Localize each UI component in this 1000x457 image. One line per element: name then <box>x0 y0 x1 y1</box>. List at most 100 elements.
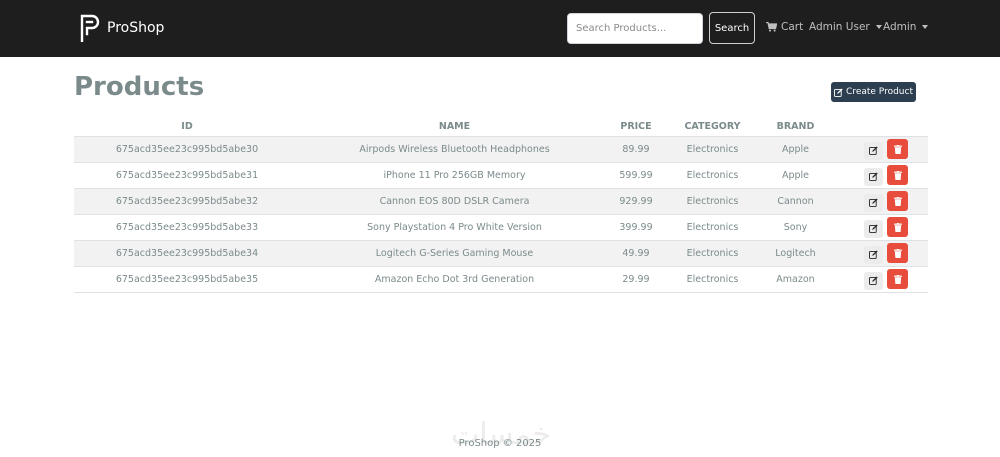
cell-name: Amazon Echo Dot 3rd Generation <box>300 266 609 293</box>
cell-category: Electronics <box>663 214 762 241</box>
row-actions <box>829 191 928 212</box>
cell-id: 675acd35ee23c995bd5abe33 <box>74 214 300 241</box>
trash-icon <box>893 222 902 232</box>
cell-brand: Logitech <box>762 240 829 267</box>
cell-brand: Cannon <box>762 188 829 215</box>
cell-name: Logitech G-Series Gaming Mouse <box>300 240 609 267</box>
cell-price: 89.99 <box>609 136 663 163</box>
cell-actions <box>829 266 928 293</box>
cell-category: Electronics <box>663 162 762 189</box>
create-product-label: Create Product <box>846 87 913 97</box>
edit-product-button[interactable] <box>864 141 883 160</box>
delete-product-button[interactable] <box>887 243 908 263</box>
delete-product-button[interactable] <box>887 139 908 159</box>
top-navbar: ProShop Search Cart Admin User Admin <box>0 0 1000 57</box>
cell-actions <box>829 136 928 163</box>
search-button[interactable]: Search <box>709 12 755 44</box>
cell-brand: Amazon <box>762 266 829 293</box>
edit-icon <box>869 172 878 181</box>
footer-copyright: ProShop © 2025 <box>458 438 542 449</box>
caret-down-icon <box>875 25 882 29</box>
cell-category: Electronics <box>663 188 762 215</box>
table-row: 675acd35ee23c995bd5abe30 Airpods Wireles… <box>74 136 928 163</box>
header-name: NAME <box>300 117 609 137</box>
row-actions <box>829 269 928 290</box>
cell-id: 675acd35ee23c995bd5abe35 <box>74 266 300 293</box>
row-actions <box>829 217 928 238</box>
table-row: 675acd35ee23c995bd5abe32 Cannon EOS 80D … <box>74 188 928 215</box>
edit-product-button[interactable] <box>864 167 883 186</box>
row-actions <box>829 243 928 264</box>
cell-id: 675acd35ee23c995bd5abe31 <box>74 162 300 189</box>
brand-link[interactable]: ProShop <box>80 14 164 42</box>
cell-price: 599.99 <box>609 162 663 189</box>
header-actions <box>829 117 928 137</box>
edit-icon <box>869 146 878 155</box>
table-header-row: ID NAME PRICE CATEGORY BRAND <box>74 117 928 137</box>
search-input[interactable] <box>567 13 703 44</box>
proshop-logo-icon <box>80 14 100 42</box>
page-title: Products <box>74 72 205 102</box>
table-row: 675acd35ee23c995bd5abe35 Amazon Echo Dot… <box>74 266 928 293</box>
edit-product-button[interactable] <box>864 219 883 238</box>
brand-name: ProShop <box>107 20 165 36</box>
cell-id: 675acd35ee23c995bd5abe30 <box>74 136 300 163</box>
trash-icon <box>893 274 902 284</box>
edit-icon <box>869 224 878 233</box>
delete-product-button[interactable] <box>887 165 908 185</box>
user-menu-dropdown[interactable]: Admin User <box>809 19 882 35</box>
header-category: CATEGORY <box>663 117 762 137</box>
edit-icon <box>869 198 878 207</box>
cell-brand: Sony <box>762 214 829 241</box>
table-row: 675acd35ee23c995bd5abe33 Sony Playstatio… <box>74 214 928 241</box>
products-table: ID NAME PRICE CATEGORY BRAND 675acd35ee2… <box>74 117 928 293</box>
cell-brand: Apple <box>762 162 829 189</box>
delete-product-button[interactable] <box>887 217 908 237</box>
cart-link[interactable]: Cart <box>766 19 803 35</box>
trash-icon <box>893 144 902 154</box>
cell-category: Electronics <box>663 240 762 267</box>
cell-name: Sony Playstation 4 Pro White Version <box>300 214 609 241</box>
delete-product-button[interactable] <box>887 269 908 289</box>
cell-actions <box>829 214 928 241</box>
cart-label: Cart <box>781 21 804 33</box>
cell-id: 675acd35ee23c995bd5abe34 <box>74 240 300 267</box>
delete-product-button[interactable] <box>887 191 908 211</box>
cell-brand: Apple <box>762 136 829 163</box>
caret-down-icon <box>922 25 929 29</box>
edit-product-button[interactable] <box>864 193 883 212</box>
cell-actions <box>829 188 928 215</box>
edit-icon <box>869 250 878 259</box>
create-product-button[interactable]: Create Product <box>831 82 916 102</box>
edit-icon <box>834 88 843 97</box>
cell-name: Cannon EOS 80D DSLR Camera <box>300 188 609 215</box>
header-brand: BRAND <box>762 117 829 137</box>
edit-product-button[interactable] <box>864 271 883 290</box>
edit-product-button[interactable] <box>864 245 883 264</box>
trash-icon <box>893 196 902 206</box>
cart-icon <box>766 22 777 32</box>
cell-price: 49.99 <box>609 240 663 267</box>
cell-actions <box>829 162 928 189</box>
trash-icon <box>893 248 902 258</box>
edit-icon <box>869 276 878 285</box>
header-price: PRICE <box>609 117 663 137</box>
cell-name: Airpods Wireless Bluetooth Headphones <box>300 136 609 163</box>
cell-category: Electronics <box>663 266 762 293</box>
cell-price: 29.99 <box>609 266 663 293</box>
admin-menu-dropdown[interactable]: Admin <box>883 19 929 35</box>
row-actions <box>829 165 928 186</box>
table-row: 675acd35ee23c995bd5abe31 iPhone 11 Pro 2… <box>74 162 928 189</box>
header-id: ID <box>74 117 300 137</box>
admin-menu-label: Admin <box>883 21 917 33</box>
table-row: 675acd35ee23c995bd5abe34 Logitech G-Seri… <box>74 240 928 267</box>
cell-id: 675acd35ee23c995bd5abe32 <box>74 188 300 215</box>
cell-name: iPhone 11 Pro 256GB Memory <box>300 162 609 189</box>
user-menu-label: Admin User <box>809 21 870 33</box>
cell-actions <box>829 240 928 267</box>
cell-category: Electronics <box>663 136 762 163</box>
row-actions <box>829 139 928 160</box>
trash-icon <box>893 170 902 180</box>
cell-price: 399.99 <box>609 214 663 241</box>
cell-price: 929.99 <box>609 188 663 215</box>
